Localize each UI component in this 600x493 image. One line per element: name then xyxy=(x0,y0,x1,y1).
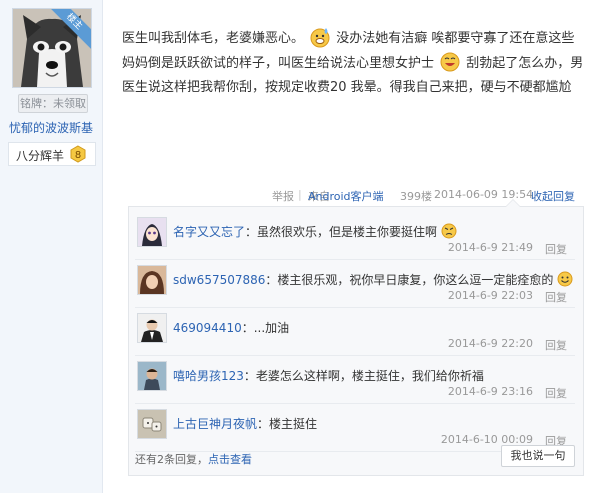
comment-reply-link[interactable]: 回复 xyxy=(545,337,567,353)
comment-reply-link[interactable]: 回复 xyxy=(545,241,567,257)
comment-item: 469094410：...加油 2014-6-9 22:20 回复 xyxy=(135,307,575,356)
comment-item: 名字又又忘了：虽然很欢乐，但是楼主你要挺住啊 2014-6-9 21:49 回复 xyxy=(135,211,575,260)
comment-avatar[interactable] xyxy=(137,361,167,391)
comment-text: ：楼主挺住 xyxy=(257,417,318,431)
comment-line: 上古巨神月夜帆：楼主挺住 xyxy=(173,415,317,432)
comment-time: 2014-6-9 21:49 xyxy=(447,241,533,254)
girl-photo-avatar-image xyxy=(138,266,166,294)
more-replies-text: 还有2条回复， xyxy=(135,453,208,466)
grin-face-icon xyxy=(440,52,460,72)
comment-text: ：虽然很欢乐，但是楼主你要挺住啊 xyxy=(245,225,438,239)
user-sidebar: 楼主 铭牌：未领取 忧郁的波波斯基 八分辉羊 8 xyxy=(0,0,103,493)
comment-username[interactable]: sdw657507886 xyxy=(173,273,265,287)
comment-text: ：楼主很乐观，祝你早日康复，你这么逗一定能痊愈的 xyxy=(265,273,554,287)
comment-item: 嘻哈男孩123：老婆怎么这样啊，楼主挺住，我们给你祈福 2014-6-9 23:… xyxy=(135,355,575,404)
sweat-face-icon xyxy=(310,28,330,48)
comment-line: 名字又又忘了：虽然很欢乐，但是楼主你要挺住啊 xyxy=(173,223,457,240)
post-meta: 举报 | 来自 Android客户端 399楼 2014-06-09 19:54 … xyxy=(272,188,582,204)
reply-box: 名字又又忘了：虽然很欢乐，但是楼主你要挺住啊 2014-6-9 21:49 回复… xyxy=(128,199,584,476)
comment-text: ：老婆怎么这样啊，楼主挺住，我们给你祈福 xyxy=(243,369,484,383)
level-badge-icon: 8 xyxy=(70,145,86,163)
smile-face-icon xyxy=(557,271,573,287)
comment-line: 469094410：...加油 xyxy=(173,319,289,336)
view-more-link[interactable]: 点击查看 xyxy=(208,453,252,466)
comment-username[interactable]: 上古巨神月夜帆 xyxy=(173,417,257,431)
more-replies: 还有2条回复，点击查看 xyxy=(135,451,252,467)
comment-username[interactable]: 名字又又忘了 xyxy=(173,225,245,239)
comment-item: sdw657507886：楼主很乐观，祝你早日康复，你这么逗一定能痊愈的 201… xyxy=(135,259,575,308)
level-name: 八分辉羊 xyxy=(16,149,65,163)
post-content: 医生叫我刮体毛，老婆嫌恶心。 没办法她有洁癖 唉都要守寡了还在意这些 妈妈倒是跃… xyxy=(122,26,584,100)
meta-separator: | xyxy=(298,188,302,201)
comment-username[interactable]: 嘻哈男孩123 xyxy=(173,369,244,383)
dice-avatar-image xyxy=(138,410,166,438)
comment-avatar[interactable] xyxy=(137,409,167,439)
level-number: 8 xyxy=(75,150,81,161)
username-link[interactable]: 忧郁的波波斯基 xyxy=(0,119,102,136)
comment-time: 2014-6-9 23:16 xyxy=(447,385,533,398)
say-something-button[interactable]: 我也说一句 xyxy=(501,445,575,467)
floor-number: 399楼 xyxy=(400,190,432,203)
angry-face-icon xyxy=(441,223,457,239)
suit-man-avatar-image xyxy=(138,314,166,342)
post-text-part1: 医生叫我刮体毛，老婆嫌恶心。 xyxy=(122,31,305,46)
medal-button[interactable]: 铭牌：未领取 xyxy=(18,94,88,113)
comment-username[interactable]: 469094410 xyxy=(173,321,242,335)
comment-text: ：...加油 xyxy=(241,321,290,335)
report-link[interactable]: 举报 xyxy=(272,188,294,204)
android-client-link[interactable]: Android客户端 xyxy=(308,188,384,204)
anime-avatar-image xyxy=(138,218,166,246)
comment-time: 2014-6-9 22:03 xyxy=(447,289,533,302)
comment-line: 嘻哈男孩123：老婆怎么这样啊，楼主挺住，我们给你祈福 xyxy=(173,367,484,384)
comment-time: 2014-6-9 22:20 xyxy=(447,337,533,350)
reply-box-caret xyxy=(505,199,521,207)
boy-photo-avatar-image xyxy=(138,362,166,390)
comment-avatar[interactable] xyxy=(137,217,167,247)
comment-avatar[interactable] xyxy=(137,265,167,295)
level-row[interactable]: 八分辉羊 8 xyxy=(8,142,96,166)
comment-reply-link[interactable]: 回复 xyxy=(545,289,567,305)
comment-reply-link[interactable]: 回复 xyxy=(545,385,567,401)
comment-avatar[interactable] xyxy=(137,313,167,343)
collapse-replies-link[interactable]: 收起回复 xyxy=(531,188,575,204)
user-avatar[interactable]: 楼主 xyxy=(12,8,92,88)
comment-line: sdw657507886：楼主很乐观，祝你早日康复，你这么逗一定能痊愈的 xyxy=(173,271,573,288)
